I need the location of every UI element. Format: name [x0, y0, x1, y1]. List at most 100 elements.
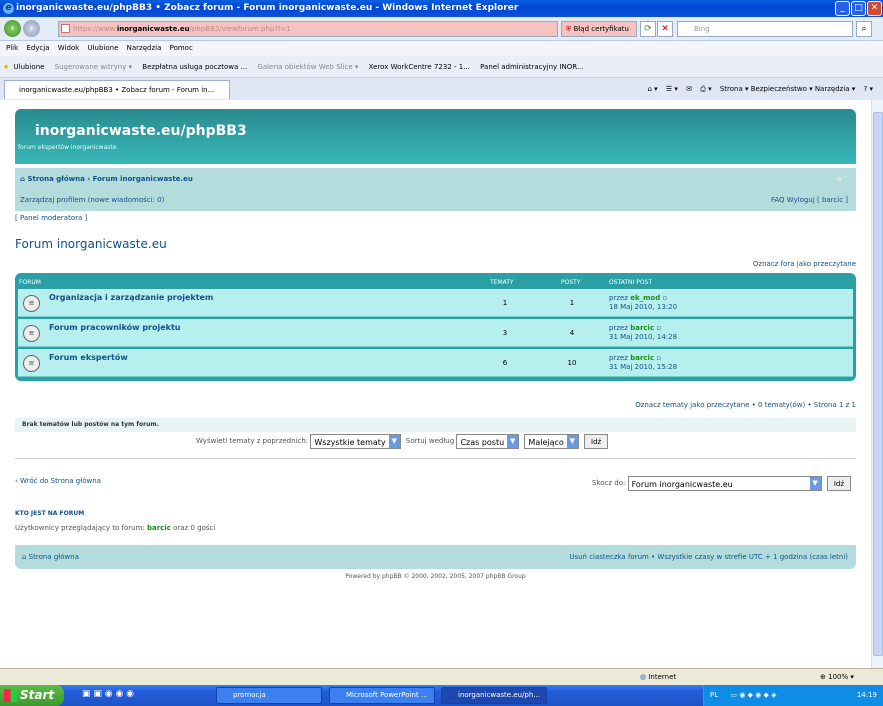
last-post-date: 31 Maj 2010, 15:28: [609, 363, 678, 371]
who-is-online: Użytkownicy przeglądający to forum: barc…: [15, 524, 215, 532]
feeds-icon[interactable]: ☰ ▾: [666, 85, 678, 93]
url-prefix: https://www.: [73, 25, 117, 33]
maximize-button[interactable]: □: [851, 1, 866, 16]
mail-icon[interactable]: ✉: [686, 85, 692, 93]
zoom-icon: ⊕: [820, 673, 826, 681]
command-menus[interactable]: Strona ▾ Bezpieczeństwo ▾ Narzędzia ▾: [720, 85, 855, 93]
forward-button[interactable]: ›: [23, 20, 40, 37]
tab-forum[interactable]: inorganicwaste.eu/phpBB3 • Zobacz forum …: [4, 80, 230, 99]
quick-launch-icons[interactable]: ▣ ▣ ◉ ◉ ◉: [82, 689, 134, 699]
font-size-toggle[interactable]: -A^: [835, 168, 848, 190]
topics-count: 1: [502, 299, 508, 307]
who-suffix: oraz 0 gości: [173, 524, 216, 532]
faq-logout-links[interactable]: FAQ Wyloguj [ barcic ]: [771, 190, 848, 211]
home-icon[interactable]: ⌂ ▾: [647, 85, 657, 93]
view-latest-icon[interactable]: ▫: [656, 354, 661, 362]
fav-admin-panel[interactable]: Panel administracyjny INOR...: [480, 63, 583, 71]
taskbar-item-label: inorganicwaste.eu/ph...: [458, 691, 540, 699]
view-latest-icon[interactable]: ▫: [656, 324, 661, 332]
forum-read-icon: ≡: [23, 295, 40, 312]
footer-info[interactable]: Usuń ciasteczka forum • Wszystkie czasy …: [569, 545, 848, 569]
print-icon[interactable]: ⎙ ▾: [700, 85, 711, 93]
last-post-user[interactable]: barcic: [630, 354, 654, 362]
col-last-post: OSTATNI POST: [609, 279, 653, 286]
fav-free-mail[interactable]: Bezpłatna usługa pocztowa ...: [142, 63, 247, 71]
display-days-value: Wszystkie tematy: [314, 438, 386, 447]
jump-go-button[interactable]: Idź: [826, 476, 852, 491]
fav-xerox[interactable]: Xerox WorkCentre 7232 - 1...: [369, 63, 470, 71]
mark-forums-read-link[interactable]: Oznacz fora jako przeczytane: [753, 260, 856, 268]
forum-row: ≡ Forum pracowników projektu 3 4 przez b…: [18, 319, 853, 347]
url-host: inorganicwaste.eu: [116, 25, 190, 33]
col-topics: TEMATY: [490, 279, 514, 286]
last-post-user[interactable]: barcic: [630, 324, 654, 332]
zoom-control[interactable]: ⊕ 100% ▾: [820, 669, 854, 685]
menu-tools[interactable]: Narzędzia: [127, 44, 162, 52]
forum-read-icon: ≡: [23, 355, 40, 372]
fav-suggested-sites[interactable]: Sugerowane witryny ▾: [55, 63, 132, 71]
taskbar-item-promocja[interactable]: promocja: [216, 687, 322, 704]
back-to-index-link[interactable]: ‹ Wróć do Strona główna: [15, 477, 101, 485]
view-latest-icon[interactable]: ▫: [662, 294, 667, 302]
mark-topics-read-link[interactable]: Oznacz tematy jako przeczytane • 0 temat…: [635, 401, 856, 409]
scrollbar-thumb[interactable]: [873, 112, 883, 656]
online-user-link[interactable]: barcic: [147, 524, 171, 532]
breadcrumb-links[interactable]: ⌂ Strona główna ‹ Forum inorganicwaste.e…: [20, 175, 193, 183]
taskbar-item-ie[interactable]: inorganicwaste.eu/ph...: [441, 687, 547, 704]
forum-link[interactable]: Organizacja i zarządzanie projektem: [49, 293, 213, 302]
moderator-panel-link[interactable]: [ Panel moderatora ]: [15, 214, 87, 222]
start-button[interactable]: Start: [0, 685, 64, 706]
ie-logo-icon: e: [3, 3, 14, 14]
last-post: przez barcic ▫ 31 Maj 2010, 15:28: [609, 354, 677, 372]
windows-flag-icon: [4, 689, 17, 702]
forum-link[interactable]: Forum pracowników projektu: [49, 323, 181, 332]
search-input[interactable]: Bing: [677, 21, 853, 37]
close-button[interactable]: ✕: [867, 1, 882, 16]
page-title[interactable]: Forum inorganicwaste.eu: [15, 237, 167, 251]
taskbar-item-powerpoint[interactable]: Microsoft PowerPoint ...: [329, 687, 435, 704]
divider: [15, 458, 856, 459]
help-icon[interactable]: ? ▾: [864, 85, 873, 93]
vertical-scrollbar[interactable]: [871, 100, 883, 668]
sort-order-select[interactable]: Malejąco ▼: [524, 434, 579, 449]
refresh-icon[interactable]: ⟳: [640, 21, 656, 37]
menu-file[interactable]: Plik: [6, 44, 18, 52]
posts-count: 10: [567, 359, 577, 367]
jump-select[interactable]: Forum inorganicwaste.eu ▼: [627, 476, 822, 491]
display-days-select[interactable]: Wszystkie tematy ▼: [310, 434, 401, 449]
favorites-bar: ★ Ulubione Sugerowane witryny ▾ Bezpłatn…: [0, 56, 883, 78]
site-title[interactable]: inorganicwaste.eu/phpBB3: [35, 123, 247, 139]
start-label: Start: [20, 688, 55, 702]
address-bar[interactable]: https://www.inorganicwaste.eu/phpBB3/vie…: [58, 21, 558, 37]
sort-key-select[interactable]: Czas postu ▼: [456, 434, 520, 449]
globe-icon: ◍: [640, 673, 647, 681]
search-icon[interactable]: ⌕: [856, 21, 872, 37]
col-forum: FORUM: [19, 279, 41, 286]
display-options: Wyświetl tematy z poprzednich: Wszystkie…: [196, 434, 609, 449]
minimize-button[interactable]: _: [835, 1, 850, 16]
favorites-button[interactable]: Ulubione: [14, 63, 45, 71]
fav-web-slice-gallery[interactable]: Galeria obiektów Web Slice ▾: [257, 63, 358, 71]
stop-icon[interactable]: ✕: [657, 21, 673, 37]
forum-footer: ⌂ Strona główna Usuń ciasteczka forum • …: [15, 545, 856, 569]
menu-favorites[interactable]: Ulubione: [87, 44, 118, 52]
certificate-error-button[interactable]: ⛨ Błąd certyfikatu: [561, 21, 637, 37]
language-indicator[interactable]: PL: [710, 691, 718, 699]
back-button[interactable]: ‹: [4, 20, 21, 37]
taskbar-item-label: promocja: [233, 691, 266, 699]
profile-link[interactable]: Zarządzaj profilem (nowe wiadomości: 0): [20, 196, 164, 204]
menu-edit[interactable]: Edycja: [26, 44, 49, 52]
forum-link[interactable]: Forum ekspertów: [49, 353, 128, 362]
tray-icons[interactable]: ▭ ◉ ◆ ◉ ◆ ◈: [730, 691, 776, 699]
forum-list: FORUM TEMATY POSTY OSTATNI POST ≡ Organi…: [15, 273, 856, 381]
chevron-down-icon: ▼: [507, 435, 519, 448]
sort-go-button[interactable]: Idź: [584, 434, 609, 449]
last-post-by: przez: [609, 294, 628, 302]
last-post-by: przez: [609, 324, 628, 332]
display-label: Wyświetl tematy z poprzednich:: [196, 437, 309, 445]
menu-view[interactable]: Widok: [58, 44, 80, 52]
menu-help[interactable]: Pomoc: [170, 44, 193, 52]
last-post-by: przez: [609, 354, 628, 362]
footer-home-link[interactable]: ⌂ Strona główna: [22, 553, 79, 561]
last-post-user[interactable]: ek_mod: [630, 294, 660, 302]
